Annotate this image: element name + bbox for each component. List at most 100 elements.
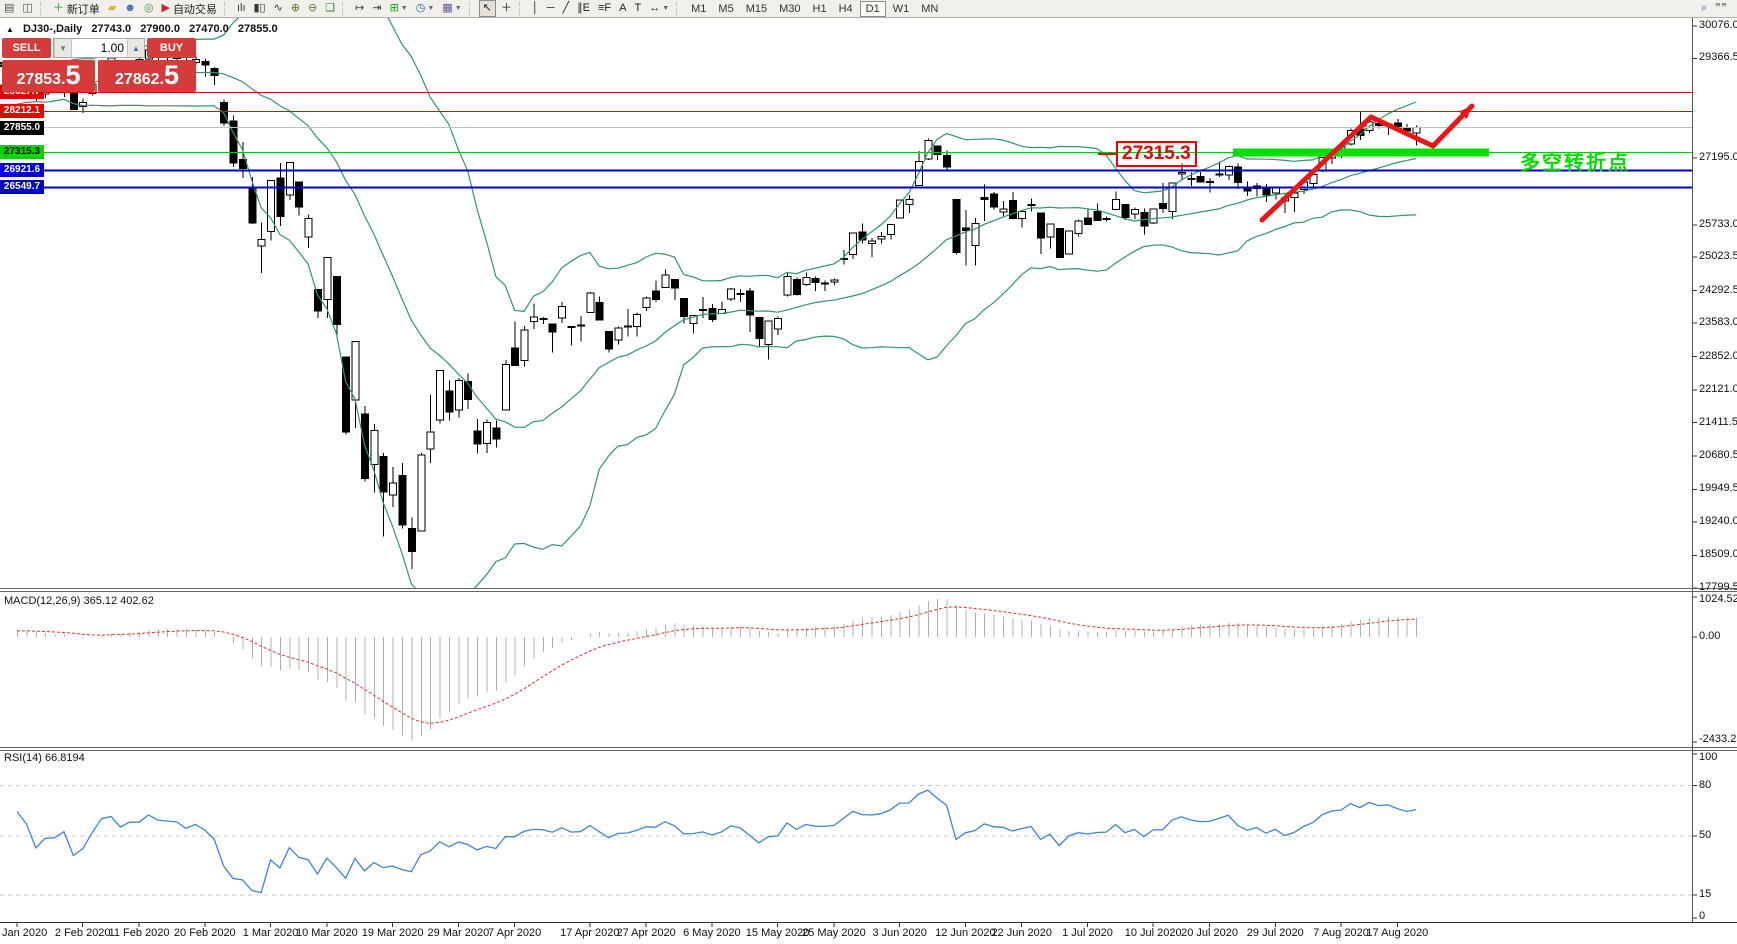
periods-button[interactable]: ◷▼ xyxy=(413,1,438,16)
panel-collapse-toggle[interactable]: ▲ xyxy=(6,25,14,34)
search-icon: ⌕ xyxy=(1701,1,1707,16)
turning-point-note[interactable]: 多空转折点 xyxy=(1520,146,1630,175)
equidistant-channel-button[interactable]: ∥E xyxy=(574,1,593,16)
price-axis-border xyxy=(1692,17,1693,922)
price-level-badge: 27855.0 xyxy=(0,121,44,135)
one-click-trading-panel: SELL ▼ ▲ BUY 27853.5 27862.5 xyxy=(2,38,196,92)
price-annotation-box[interactable]: 27315.3 xyxy=(1116,141,1197,167)
signals-button[interactable]: ◎ xyxy=(141,1,157,16)
search-icon[interactable]: ⌕ xyxy=(1698,1,1710,16)
volume-input[interactable] xyxy=(72,39,127,57)
templates-button-dropdown[interactable]: ▼ xyxy=(455,5,462,12)
macd-separator-2 xyxy=(0,591,1737,592)
arrows-button[interactable]: ↔▼ xyxy=(646,1,672,16)
text-icon: A xyxy=(619,1,626,16)
timeframe-mn-button[interactable]: MN xyxy=(916,2,943,16)
price-tick: 17799.5 xyxy=(1699,581,1737,593)
signals-icon: ◎ xyxy=(144,1,154,16)
crayon-button[interactable]: ▰ xyxy=(105,1,119,16)
symbol-period-label: DJ30-,Daily xyxy=(23,23,82,35)
tile-windows-icon: ❏ xyxy=(325,1,335,16)
date-tick: 23 Jan 2020 xyxy=(0,927,47,939)
rsi-tick: 100 xyxy=(1699,751,1717,763)
time-axis-line xyxy=(0,922,1737,923)
trendline-button[interactable]: ╱ xyxy=(560,1,573,16)
rsi-tick: 15 xyxy=(1699,888,1711,900)
crosshair-button[interactable]: ＋ xyxy=(498,1,515,16)
volume-stepper: ▼ ▲ xyxy=(53,38,145,58)
toolbar-separator xyxy=(342,2,348,15)
timeframe-w1-button[interactable]: W1 xyxy=(888,2,915,16)
timeframe-m30-button[interactable]: M30 xyxy=(774,2,805,16)
date-tick: 3 Jun 2020 xyxy=(872,927,926,939)
text-label-button[interactable]: T xyxy=(631,1,644,16)
chart-shift-button[interactable]: ⇥ xyxy=(369,1,384,16)
timeframe-h4-button[interactable]: H4 xyxy=(834,2,858,16)
community-button[interactable]: ☻ xyxy=(121,1,139,16)
timeframe-m15-button[interactable]: M15 xyxy=(741,2,772,16)
buy-price[interactable]: 27862.5 xyxy=(98,60,196,92)
horizontal-line-button[interactable]: ─ xyxy=(544,1,558,16)
price-tick: 25023.5 xyxy=(1699,250,1737,262)
date-tick: 11 Feb 2020 xyxy=(109,927,170,939)
zoom-in-button[interactable]: ⊕ xyxy=(288,1,303,16)
arrows-button-dropdown[interactable]: ▼ xyxy=(662,5,669,12)
templates-icon: ▦ xyxy=(442,1,452,16)
macd-label: MACD(12,26,9) 365.12 402.62 xyxy=(4,595,154,607)
bar-chart-button[interactable]: ılı xyxy=(234,1,249,16)
date-tick: 29 Mar 2020 xyxy=(427,927,489,939)
zoom-out-icon: ⊖ xyxy=(308,1,317,16)
chat-icon[interactable]: ❞❞ xyxy=(1712,1,1730,16)
sell-price[interactable]: 27853.5 xyxy=(2,60,95,92)
timeframe-m5-button[interactable]: M5 xyxy=(713,2,738,16)
tile-windows-button[interactable]: ❏ xyxy=(322,1,338,16)
date-tick: 1 Jul 2020 xyxy=(1062,927,1113,939)
macd-separator-1[interactable] xyxy=(0,588,1737,589)
date-tick: 15 May 2020 xyxy=(746,927,810,939)
price-tick: 22852.0 xyxy=(1699,350,1737,362)
rsi-tick: 50 xyxy=(1699,829,1711,841)
new-order-button[interactable]: ＋新订单 xyxy=(50,1,103,16)
date-tick: 7 Apr 2020 xyxy=(488,927,541,939)
trendline-icon: ╱ xyxy=(563,1,570,16)
zoom-out-button[interactable]: ⊖ xyxy=(305,1,320,16)
timeframe-d1-button[interactable]: D1 xyxy=(860,1,886,17)
date-tick: 20 Feb 2020 xyxy=(174,927,236,939)
toolbar-separator xyxy=(676,2,682,15)
volume-decrease-button[interactable]: ▼ xyxy=(54,39,72,57)
text-button[interactable]: A xyxy=(616,1,629,16)
chart-profiles-button[interactable]: ◫ xyxy=(19,1,35,16)
timeframe-m1-button[interactable]: M1 xyxy=(686,2,711,16)
new-chart-button[interactable]: ▤ xyxy=(1,1,17,16)
rsi-separator-2 xyxy=(0,750,1737,751)
bar-chart-icon: ılı xyxy=(237,1,246,16)
chart-area[interactable] xyxy=(0,0,1737,944)
rsi-separator-1[interactable] xyxy=(0,747,1737,748)
price-tick: 29366.5 xyxy=(1699,51,1737,63)
volume-increase-button[interactable]: ▲ xyxy=(127,39,144,57)
horizontal-line-icon: ─ xyxy=(547,1,555,16)
auto-scroll-button[interactable]: ↦ xyxy=(352,1,367,16)
indicators-button[interactable]: ⊞▼ xyxy=(387,1,411,16)
line-chart-button[interactable]: ∿ xyxy=(271,1,286,16)
equidistant-channel-icon: ∥E xyxy=(577,1,590,16)
buy-button[interactable]: BUY xyxy=(147,38,196,58)
price-tick: 20680.5 xyxy=(1699,449,1737,461)
indicators-button-dropdown[interactable]: ▼ xyxy=(401,5,408,12)
autotrading-button-label: 自动交易 xyxy=(173,1,217,17)
price-tick: 25733.0 xyxy=(1699,218,1737,230)
candlestick-button[interactable]: ▮▯ xyxy=(251,1,269,16)
macd-tick: -2433.25 xyxy=(1699,733,1737,745)
vertical-line-button[interactable]: │ xyxy=(529,1,542,16)
date-tick: 27 Apr 2020 xyxy=(616,927,675,939)
periods-button-dropdown[interactable]: ▼ xyxy=(427,5,434,12)
price-tick: 22121.0 xyxy=(1699,383,1737,395)
sell-button[interactable]: SELL xyxy=(2,38,51,58)
templates-button[interactable]: ▦▼ xyxy=(439,1,464,16)
timeframe-h1-button[interactable]: H1 xyxy=(808,2,832,16)
chart-profiles-icon: ◫ xyxy=(22,1,32,16)
cursor-button[interactable]: ↖ xyxy=(479,0,496,17)
fibonacci-button[interactable]: ≡F xyxy=(595,1,614,16)
autotrading-button[interactable]: ▶自动交易 xyxy=(158,1,219,16)
rsi-tick: 80 xyxy=(1699,779,1711,791)
